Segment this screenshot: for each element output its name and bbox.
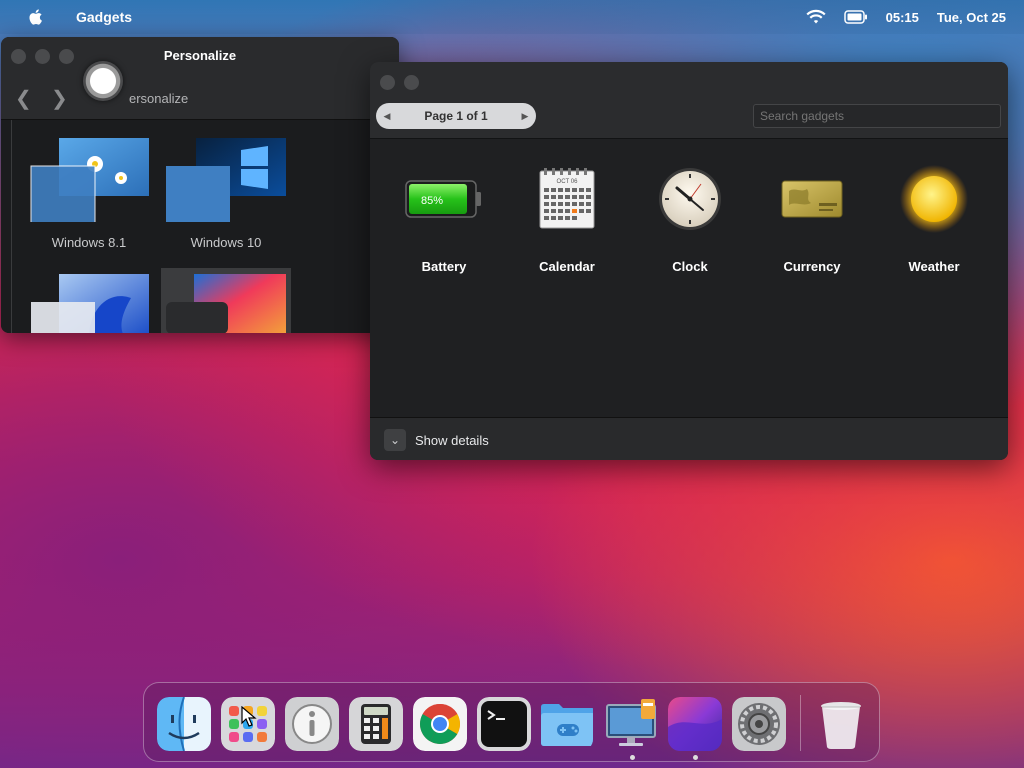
theme-label: Windows 10 (190, 235, 262, 250)
loading-spinner-icon (83, 61, 123, 101)
calculator-icon[interactable] (349, 697, 403, 751)
wallpaper-icon[interactable] (668, 697, 722, 751)
running-indicator (630, 755, 635, 760)
app-menu-name[interactable]: Gadgets (76, 9, 132, 25)
terminal-icon[interactable] (477, 697, 531, 751)
theme-windows-11[interactable] (19, 268, 159, 333)
menu-bar: Gadgets 05:15 Tue, Oct 25 (0, 0, 1024, 34)
wifi-icon[interactable] (806, 9, 826, 25)
mouse-cursor-icon (241, 706, 257, 727)
weather-gadget-icon (900, 165, 968, 233)
gadget-battery[interactable]: 85% Battery (389, 163, 499, 274)
chrome-icon[interactable] (413, 697, 467, 751)
search-gadgets-input[interactable] (753, 104, 1001, 128)
back-arrow-icon[interactable]: ❮ (15, 86, 32, 111)
theme-label: Windows 8.1 (51, 235, 127, 250)
next-page-button[interactable]: ▶ (514, 103, 536, 129)
personalize-window: Personalize ❮ ❯ ersonalize Windows 8.1 W… (1, 37, 399, 333)
page-selector: ◀ Page 1 of 1 ▶ (376, 103, 536, 129)
gadget-weather[interactable]: Weather (879, 163, 989, 274)
theme-windows-10[interactable]: Windows 10 (156, 126, 296, 250)
close-button[interactable] (380, 75, 395, 90)
gadget-name: Calendar (539, 259, 595, 274)
window-title: Personalize (163, 48, 237, 63)
battery-status-icon[interactable] (843, 10, 868, 24)
theme-windows-8-1[interactable]: Windows 8.1 (19, 126, 159, 250)
gadget-name: Weather (908, 259, 960, 274)
previous-page-button[interactable]: ◀ (376, 103, 398, 129)
info-icon[interactable] (285, 697, 339, 751)
settings-icon[interactable] (732, 697, 786, 751)
gadget-currency[interactable]: Currency (757, 163, 867, 274)
windows-11-preview (31, 274, 149, 333)
currency-gadget-icon (781, 180, 843, 218)
battery-level-text: 85% (421, 195, 443, 207)
finder-icon[interactable] (157, 697, 211, 751)
windows-10-preview (166, 138, 286, 228)
trash-icon[interactable] (814, 697, 868, 751)
gadget-calendar[interactable]: OCT 06 Calendar (512, 163, 622, 274)
personalize-titlebar[interactable]: Personalize (1, 37, 399, 77)
folder-icon[interactable] (539, 697, 593, 751)
forward-arrow-icon[interactable]: ❯ (51, 86, 68, 111)
calendar-month-text: OCT 06 (557, 179, 579, 185)
chevron-down-icon[interactable]: ⌄ (384, 429, 406, 451)
running-indicator (693, 755, 698, 760)
calendar-gadget-icon: OCT 06 (539, 168, 595, 229)
desktop-icon[interactable] (603, 697, 657, 751)
battery-gadget-icon: 85% (405, 180, 481, 218)
theme-macos[interactable] (161, 268, 291, 333)
gadget-name: Clock (672, 259, 708, 274)
theme-gallery: Windows 8.1 Windows 10 (1, 120, 399, 333)
divider (11, 120, 12, 333)
window-controls (380, 75, 419, 90)
clock-time[interactable]: 05:15 (886, 10, 919, 25)
macos-preview (161, 268, 291, 333)
gadgets-window: ◀ Page 1 of 1 ▶ 85% Battery (370, 62, 1008, 460)
page-indicator: Page 1 of 1 (424, 109, 488, 123)
apple-logo-icon[interactable] (26, 8, 44, 26)
show-details-toggle[interactable]: Show details (415, 433, 489, 448)
gadget-grid: 85% Battery OCT 06 Calendar Clock Curren… (370, 139, 1008, 417)
gadget-clock[interactable]: Clock (635, 163, 745, 274)
dock-separator (800, 695, 801, 751)
minimize-button[interactable] (404, 75, 419, 90)
navigation-bar: ❮ ❯ ersonalize (1, 77, 399, 120)
gadgets-titlebar[interactable]: ◀ Page 1 of 1 ▶ (370, 62, 1008, 139)
breadcrumb[interactable]: ersonalize (129, 91, 188, 106)
gadget-name: Battery (421, 259, 467, 274)
clock-gadget-icon (659, 168, 721, 230)
gadget-name: Currency (783, 259, 841, 274)
windows-8-1-preview (30, 138, 149, 229)
details-bar: ⌄ Show details (370, 417, 1008, 460)
clock-date[interactable]: Tue, Oct 25 (937, 10, 1006, 25)
